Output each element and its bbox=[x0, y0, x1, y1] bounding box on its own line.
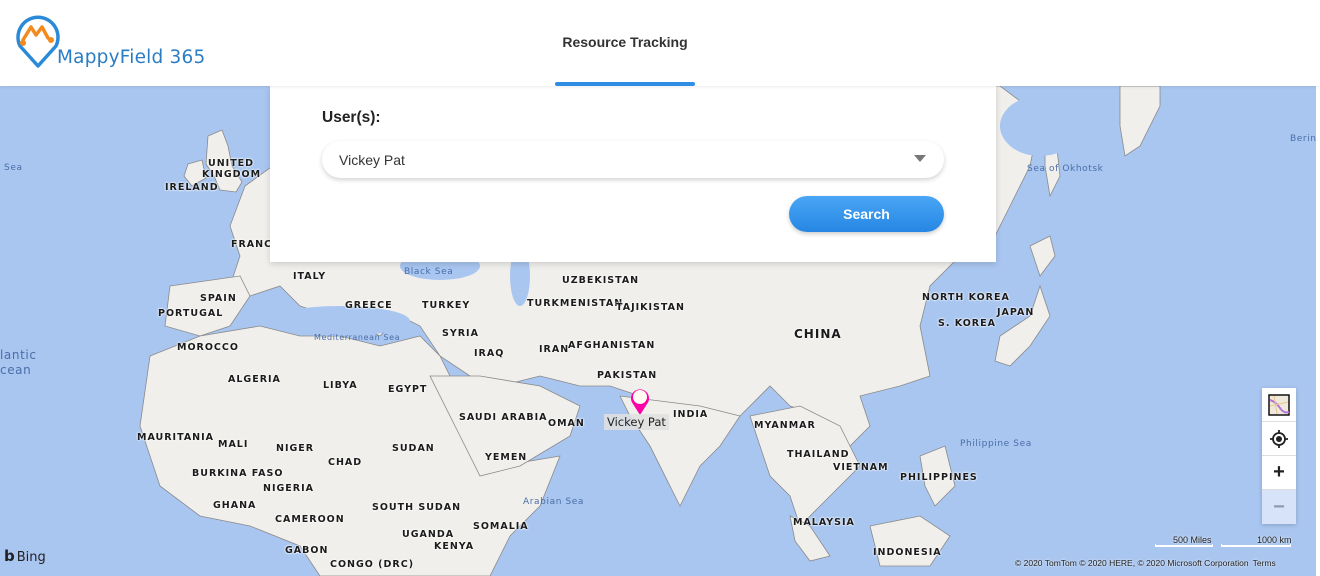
country-label: THAILAND bbox=[787, 449, 850, 460]
scale-bar-km bbox=[1221, 544, 1291, 547]
country-label: PHILIPPINES bbox=[900, 472, 978, 483]
search-button[interactable]: Search bbox=[789, 196, 944, 232]
country-label: SYRIA bbox=[442, 328, 479, 339]
map-controls: + − bbox=[1262, 388, 1296, 524]
country-label: IRAN bbox=[539, 344, 570, 355]
users-label: User(s): bbox=[322, 109, 381, 126]
country-label: IRELAND bbox=[165, 182, 219, 193]
locate-me-button[interactable] bbox=[1262, 422, 1296, 456]
country-label: MALAYSIA bbox=[793, 517, 855, 528]
country-label: TAJIKISTAN bbox=[616, 302, 685, 313]
country-label: CONGO (DRC) bbox=[330, 559, 415, 570]
country-label: PAKISTAN bbox=[597, 370, 658, 381]
location-pin-icon[interactable] bbox=[628, 386, 652, 416]
country-label: NIGER bbox=[276, 443, 315, 454]
active-tab-indicator bbox=[555, 82, 695, 86]
country-label: S. KOREA bbox=[938, 318, 996, 329]
country-label: PORTUGAL bbox=[158, 308, 224, 319]
country-label: INDONESIA bbox=[873, 547, 942, 558]
country-label: JAPAN bbox=[997, 307, 1035, 318]
country-label: INDIA bbox=[673, 409, 709, 420]
country-label: NORTH KOREA bbox=[922, 292, 1010, 303]
country-label: UNITED bbox=[208, 158, 255, 169]
copyright-text: © 2020 TomTom © 2020 HERE, © 2020 Micros… bbox=[1015, 558, 1249, 568]
sea-label: Sea bbox=[4, 163, 23, 173]
map-style-icon bbox=[1268, 393, 1290, 416]
ocean-label: cean bbox=[0, 363, 32, 377]
country-label: OMAN bbox=[548, 418, 585, 429]
scale-bar-miles bbox=[1155, 544, 1213, 547]
sea-label: Sea of Okhotsk bbox=[1027, 164, 1104, 174]
country-label: ITALY bbox=[293, 271, 327, 282]
country-label: EGYPT bbox=[388, 384, 428, 395]
app-header: MappyField 365 Resource Tracking bbox=[0, 0, 1320, 86]
map-edge bbox=[1316, 86, 1320, 576]
country-label: VIETNAM bbox=[833, 462, 889, 473]
country-label: UZBEKISTAN bbox=[562, 275, 640, 286]
country-label: GREECE bbox=[345, 300, 393, 311]
sea-label: Black Sea bbox=[404, 267, 454, 277]
country-label: MOROCCO bbox=[177, 342, 239, 353]
country-label: TURKEY bbox=[422, 300, 471, 311]
country-label: MYANMAR bbox=[754, 420, 816, 431]
sea-label: Arabian Sea bbox=[523, 497, 585, 507]
country-label: CAMEROON bbox=[275, 514, 345, 525]
zoom-out-button[interactable]: − bbox=[1262, 490, 1296, 524]
country-label: CHINA bbox=[794, 327, 842, 341]
search-panel: User(s): Vickey Pat Search bbox=[270, 86, 996, 262]
crosshair-icon bbox=[1270, 429, 1288, 448]
sea-label: Philippine Sea bbox=[960, 439, 1032, 449]
ocean-label: lantic bbox=[0, 348, 37, 362]
selected-user: Vickey Pat bbox=[339, 152, 405, 168]
zoom-in-button[interactable]: + bbox=[1262, 456, 1296, 490]
country-label: MALI bbox=[218, 439, 249, 450]
sea-label: Mediterranean Sea bbox=[314, 333, 401, 342]
country-label: AFGHANISTAN bbox=[568, 340, 656, 351]
country-label: SOUTH SUDAN bbox=[372, 502, 462, 513]
user-select[interactable]: Vickey Pat bbox=[322, 141, 944, 178]
country-label: KENYA bbox=[434, 541, 475, 552]
country-label: MAURITANIA bbox=[137, 432, 215, 443]
country-label: SPAIN bbox=[200, 293, 237, 304]
country-label: NIGERIA bbox=[263, 483, 314, 494]
terms-link[interactable]: Terms bbox=[1253, 558, 1276, 568]
tab-label: Resource Tracking bbox=[562, 34, 688, 50]
country-label: GHANA bbox=[213, 500, 257, 511]
country-label: SAUDI ARABIA bbox=[459, 412, 548, 423]
country-label: TURKMENISTAN bbox=[527, 298, 624, 309]
country-label: ALGERIA bbox=[228, 374, 281, 385]
country-label: KINGDOM bbox=[202, 169, 262, 180]
bing-logo: b Bing bbox=[4, 547, 46, 565]
country-label: YEMEN bbox=[485, 452, 528, 463]
app-name: MappyField 365 bbox=[57, 47, 206, 68]
map-copyright: © 2020 TomTom © 2020 HERE, © 2020 Micros… bbox=[1015, 558, 1276, 568]
country-label: UGANDA bbox=[402, 529, 455, 540]
marker-label: Vickey Pat bbox=[604, 414, 669, 430]
map-style-button[interactable] bbox=[1262, 388, 1296, 422]
tab-resource-tracking[interactable]: Resource Tracking bbox=[555, 0, 695, 86]
provider-name: Bing bbox=[16, 550, 46, 565]
bing-icon: b bbox=[4, 547, 15, 565]
country-label: LIBYA bbox=[323, 380, 358, 391]
country-label: SUDAN bbox=[392, 443, 435, 454]
sea-label: Berin bbox=[1290, 134, 1316, 144]
country-label: BURKINA FASO bbox=[192, 468, 284, 479]
country-label: IRAQ bbox=[474, 348, 505, 359]
country-label: CHAD bbox=[328, 457, 363, 468]
country-label: SOMALIA bbox=[473, 521, 529, 532]
country-label: GABON bbox=[285, 545, 329, 556]
caret-down-icon bbox=[914, 155, 926, 162]
